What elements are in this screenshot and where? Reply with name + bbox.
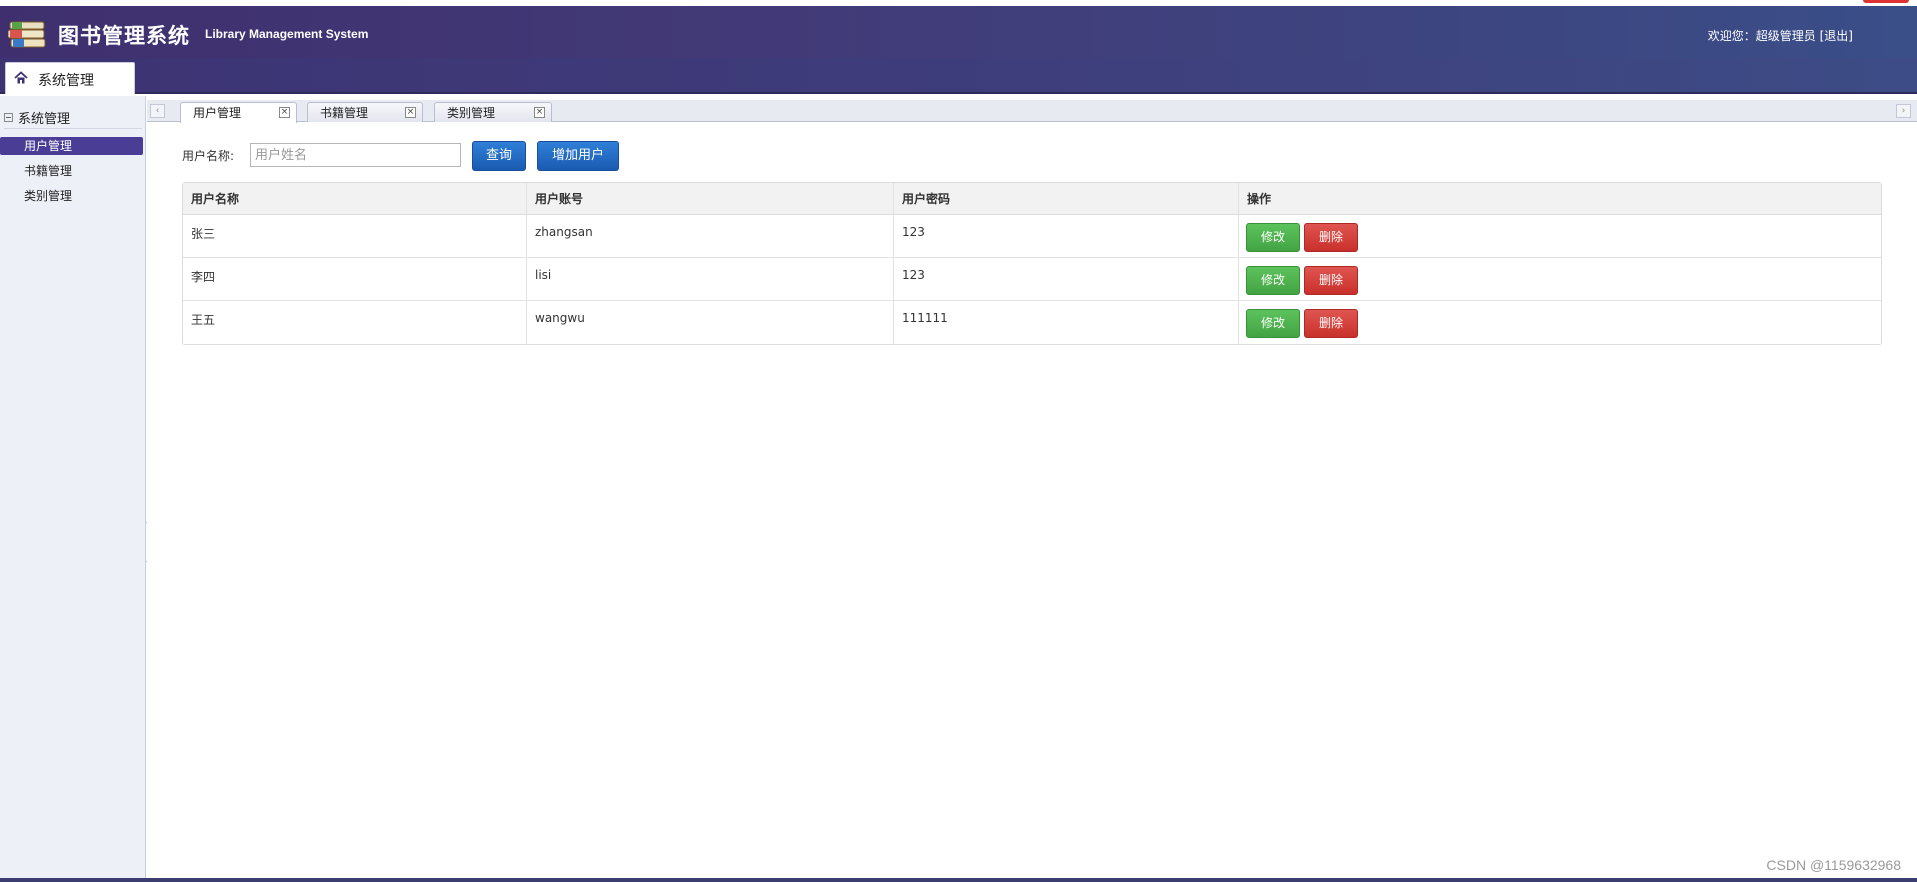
tab-scroll-left-button[interactable]: ‹: [150, 104, 165, 118]
cell-password: 111111: [894, 301, 1239, 344]
cell-account: zhangsan: [527, 215, 894, 257]
nav-tab-system-management[interactable]: 系统管理: [5, 62, 135, 94]
main-content: 用户名称: 查询 增加用户 用户名称 用户账号 用户密码 操作 张三 zhang…: [147, 123, 1917, 878]
cell-text: zhangsan: [535, 225, 593, 239]
cell-text: 111111: [902, 311, 948, 325]
cell-actions: 修改 删除: [1239, 301, 1881, 344]
bottom-edge: [0, 878, 1917, 882]
welcome-area: 欢迎您：超级管理员 [退出]: [1708, 27, 1853, 44]
sidebar-divider: [4, 128, 142, 129]
app-header: 图书管理系统 Library Management System 欢迎您：超级管…: [0, 6, 1917, 58]
sidebar-group-header[interactable]: 系统管理: [4, 108, 140, 127]
cell-text: 李四: [191, 270, 216, 284]
cell-text: lisi: [535, 268, 552, 282]
column-header-username: 用户名称: [183, 183, 527, 214]
collapse-minus-icon: [4, 113, 13, 122]
sidebar-item-user-management[interactable]: 用户管理: [0, 137, 143, 155]
app-subtitle: Library Management System: [205, 27, 369, 41]
search-label: 用户名称:: [182, 149, 235, 163]
cell-password: 123: [894, 215, 1239, 257]
cell-text: 123: [902, 225, 925, 239]
content-tab-bar: ‹ 用户管理 × 书籍管理 × 类别管理 × ›: [147, 100, 1917, 123]
edit-button[interactable]: 修改: [1246, 223, 1300, 252]
app-title: 图书管理系统: [58, 24, 190, 48]
cell-account: wangwu: [527, 301, 894, 344]
tab-label: 类别管理: [447, 106, 496, 120]
sidebar-item-category-management[interactable]: 类别管理: [0, 187, 143, 205]
query-button[interactable]: 查询: [472, 141, 526, 171]
cell-actions: 修改 删除: [1239, 258, 1881, 300]
logout-link[interactable]: [退出]: [1820, 29, 1853, 43]
cell-username: 李四: [183, 258, 527, 300]
close-icon[interactable]: ×: [279, 107, 290, 118]
nav-tab-label: 系统管理: [38, 73, 94, 89]
current-user-name: 超级管理员: [1755, 29, 1816, 43]
table-row: 李四 lisi 123 修改 删除: [183, 258, 1881, 301]
table-header-row: 用户名称 用户账号 用户密码 操作: [183, 183, 1881, 215]
tab-label: 书籍管理: [320, 106, 369, 120]
window-control-mark: [1863, 0, 1909, 3]
cell-account: lisi: [527, 258, 894, 300]
tab-category-management[interactable]: 类别管理 ×: [434, 102, 552, 122]
column-header-account: 用户账号: [527, 183, 894, 214]
tab-scroll-right-button[interactable]: ›: [1896, 104, 1911, 118]
close-icon[interactable]: ×: [405, 107, 416, 118]
user-table: 用户名称 用户账号 用户密码 操作 张三 zhangsan 123 修改 删除 …: [182, 182, 1882, 345]
cell-text: wangwu: [535, 311, 585, 325]
cell-text: 123: [902, 268, 925, 282]
delete-button[interactable]: 删除: [1304, 309, 1358, 338]
table-row: 张三 zhangsan 123 修改 删除: [183, 215, 1881, 258]
cell-text: 王五: [191, 313, 216, 327]
tab-label: 用户管理: [193, 106, 242, 120]
column-header-password: 用户密码: [894, 183, 1239, 214]
delete-button[interactable]: 删除: [1304, 223, 1358, 252]
cell-username: 张三: [183, 215, 527, 257]
edit-button[interactable]: 修改: [1246, 309, 1300, 338]
welcome-prefix: 欢迎您：: [1707, 29, 1756, 43]
main-nav-strip: 系统管理: [0, 58, 1917, 94]
table-row: 王五 wangwu 111111 修改 删除: [183, 301, 1881, 344]
tab-user-management[interactable]: 用户管理 ×: [180, 102, 297, 123]
books-logo-icon: [8, 21, 46, 48]
delete-button[interactable]: 删除: [1304, 266, 1358, 295]
add-user-button[interactable]: 增加用户: [537, 141, 619, 171]
sidebar-item-book-management[interactable]: 书籍管理: [0, 162, 143, 180]
column-header-actions: 操作: [1247, 192, 1272, 206]
watermark-text: CSDN @1159632968: [1766, 857, 1901, 873]
cell-text: 张三: [191, 227, 216, 241]
cell-username: 王五: [183, 301, 527, 344]
username-search-input[interactable]: [250, 143, 461, 167]
cell-actions: 修改 删除: [1239, 215, 1881, 257]
sidebar-group-label: 系统管理: [18, 112, 71, 127]
edit-button[interactable]: 修改: [1246, 266, 1300, 295]
close-icon[interactable]: ×: [534, 107, 545, 118]
sidebar: 系统管理 用户管理 书籍管理 类别管理: [0, 96, 146, 878]
cell-password: 123: [894, 258, 1239, 300]
tab-book-management[interactable]: 书籍管理 ×: [307, 102, 423, 122]
home-icon: [14, 71, 28, 84]
